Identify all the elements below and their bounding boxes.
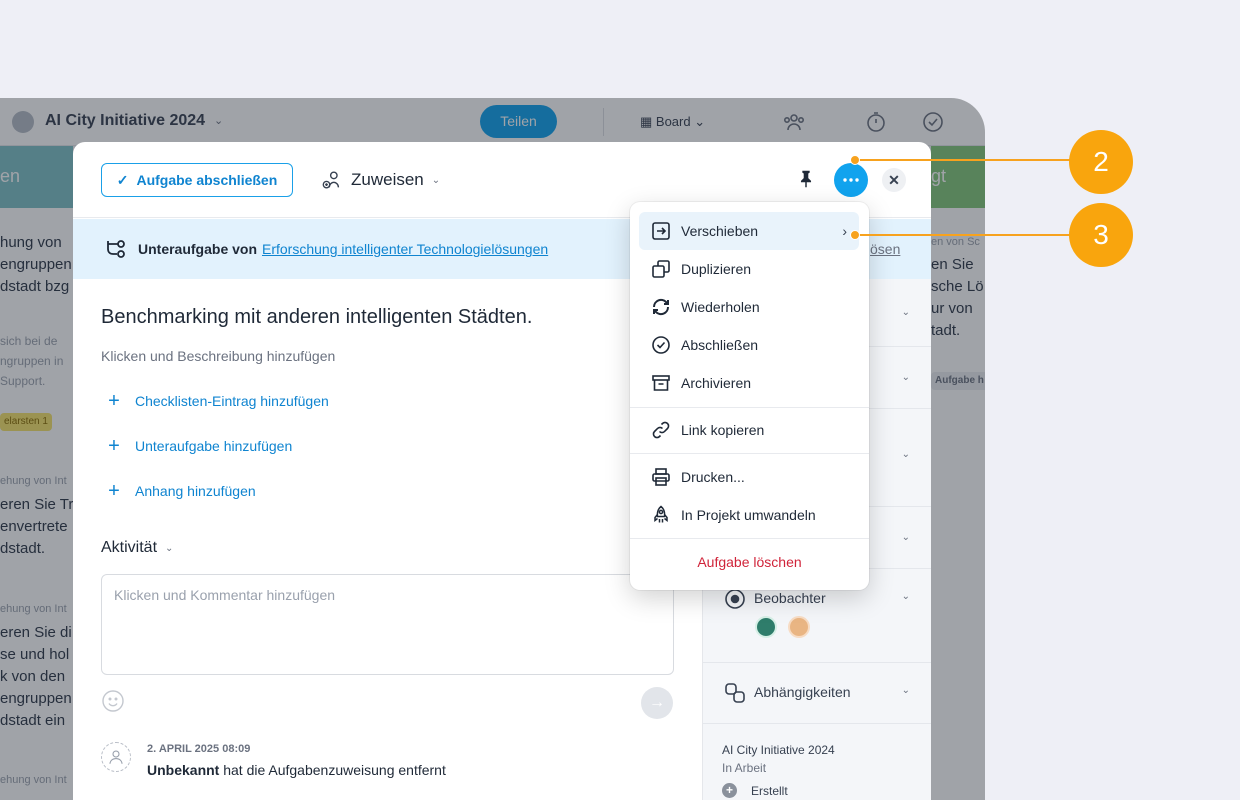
callout-badge-3: 3	[1069, 203, 1133, 267]
task-title[interactable]: Benchmarking mit anderen intelligenten S…	[101, 306, 532, 329]
more-options-button[interactable]	[834, 163, 868, 197]
menu-item-label: Archivieren	[681, 375, 752, 391]
callout-line	[855, 159, 1071, 161]
subtask-icon	[107, 240, 125, 258]
menu-item-copy-link[interactable]: Link kopieren	[639, 411, 859, 449]
callout-badge-2: 2	[1069, 130, 1133, 194]
close-icon: ✕	[888, 171, 900, 188]
eye-icon	[725, 589, 745, 609]
user-icon	[109, 750, 123, 764]
description-field[interactable]: Klicken und Beschreibung hinzufügen	[101, 348, 335, 364]
callout-line	[855, 234, 1071, 236]
plus-icon: +	[108, 480, 120, 502]
chevron-down-icon: ⌄	[165, 542, 174, 554]
chevron-down-icon: ⌄	[901, 307, 910, 318]
rocket-icon	[654, 505, 668, 523]
ellipsis-icon	[843, 178, 859, 182]
complete-task-label: Aufgabe abschließen	[136, 172, 278, 188]
parent-task-link-partial[interactable]: ösen	[870, 241, 900, 257]
assign-label: Zuweisen	[351, 170, 424, 189]
menu-item-label: Verschieben	[681, 223, 759, 239]
print-icon	[652, 468, 670, 486]
delete-task-button[interactable]: Aufgabe löschen	[630, 554, 869, 570]
activity-text: Unbekannt hat die Aufgabenzuweisung entf…	[147, 762, 446, 778]
close-button[interactable]: ✕	[882, 168, 906, 192]
chevron-down-icon: ⌄	[901, 685, 910, 696]
check-circle-icon	[652, 336, 670, 354]
activity-date: 2. APRIL 2025 08:09	[147, 743, 251, 755]
avatar[interactable]	[755, 616, 777, 638]
menu-item-label: Drucken...	[681, 469, 745, 485]
unknown-user-avatar	[101, 742, 131, 772]
more-options-menu: Verschieben › Duplizieren Wiederholen Ab…	[630, 202, 869, 590]
add-attachment-label: Anhang hinzufügen	[135, 483, 256, 499]
chevron-down-icon: ⌄	[901, 372, 910, 383]
plus-icon: +	[108, 390, 120, 412]
activity-actor: Unbekannt	[147, 762, 220, 778]
created-label: Erstellt	[751, 783, 788, 798]
pin-icon[interactable]	[795, 168, 817, 190]
side-created: + Erstellt	[722, 783, 788, 798]
menu-item-label: Duplizieren	[681, 261, 752, 277]
add-subtask-button[interactable]: + Unteraufgabe hinzufügen	[107, 436, 292, 456]
subtask-prefix: Unteraufgabe von	[138, 241, 258, 257]
assign-button[interactable]: Zuweisen ⌄	[321, 169, 440, 191]
link-icon	[652, 421, 670, 439]
avatar[interactable]	[788, 616, 810, 638]
repeat-icon	[652, 298, 670, 316]
menu-item-repeat[interactable]: Wiederholen	[639, 288, 859, 326]
side-status: In Arbeit	[722, 761, 767, 775]
chevron-down-icon: ⌄	[901, 591, 910, 602]
activity-toggle[interactable]: Aktivität ⌄	[101, 539, 173, 557]
chevron-down-icon: ⌄	[901, 532, 910, 543]
assign-user-icon	[322, 171, 340, 189]
emoji-icon[interactable]	[101, 689, 125, 713]
activity-message: hat die Aufgabenzuweisung entfernt	[223, 762, 446, 778]
menu-item-convert-project[interactable]: In Projekt umwandeln	[639, 496, 859, 534]
add-checklist-button[interactable]: + Checklisten-Eintrag hinzufügen	[107, 391, 329, 411]
activity-label: Aktivität	[101, 539, 158, 556]
menu-item-print[interactable]: Drucken...	[639, 458, 859, 496]
menu-item-label: In Projekt umwandeln	[681, 507, 816, 523]
move-icon	[652, 222, 670, 240]
chevron-down-icon: ⌄	[431, 174, 441, 186]
archive-icon	[652, 375, 670, 391]
divider	[630, 538, 869, 539]
comment-input[interactable]: Klicken und Kommentar hinzufügen	[101, 574, 674, 675]
watchers-label: Beobachter	[754, 590, 826, 606]
add-subtask-label: Unteraufgabe hinzufügen	[135, 438, 293, 454]
callout-dot	[850, 155, 860, 165]
dependencies-section[interactable]: Abhängigkeiten ⌄	[703, 663, 931, 724]
checkmark-icon: ✓	[116, 171, 129, 188]
divider	[630, 407, 869, 408]
menu-item-label: Link kopieren	[681, 422, 765, 438]
add-checklist-label: Checklisten-Eintrag hinzufügen	[135, 393, 329, 409]
menu-item-complete[interactable]: Abschließen	[639, 326, 859, 364]
side-project-name: AI City Initiative 2024	[722, 743, 835, 757]
chevron-down-icon: ⌄	[901, 449, 910, 460]
divider	[630, 453, 869, 454]
callout-dot	[850, 230, 860, 240]
dependencies-label: Abhängigkeiten	[754, 684, 851, 700]
add-attachment-button[interactable]: + Anhang hinzufügen	[107, 481, 256, 501]
chevron-right-icon: ›	[842, 223, 847, 239]
plus-icon: +	[108, 435, 120, 457]
plus-circle-icon: +	[722, 783, 737, 798]
menu-item-move[interactable]: Verschieben ›	[639, 212, 859, 250]
comment-placeholder: Klicken und Kommentar hinzufügen	[114, 587, 336, 603]
duplicate-icon	[652, 260, 670, 278]
menu-item-archive[interactable]: Archivieren	[639, 364, 859, 402]
send-comment-button[interactable]: →	[641, 687, 673, 719]
menu-item-duplicate[interactable]: Duplizieren	[639, 250, 859, 288]
menu-item-label: Abschließen	[681, 337, 759, 353]
arrow-right-icon: →	[649, 694, 665, 711]
parent-task-link[interactable]: Erforschung intelligenter Technologielös…	[262, 241, 548, 257]
dependencies-icon	[725, 683, 745, 703]
menu-item-label: Wiederholen	[681, 299, 760, 315]
complete-task-button[interactable]: ✓ Aufgabe abschließen	[101, 163, 293, 197]
